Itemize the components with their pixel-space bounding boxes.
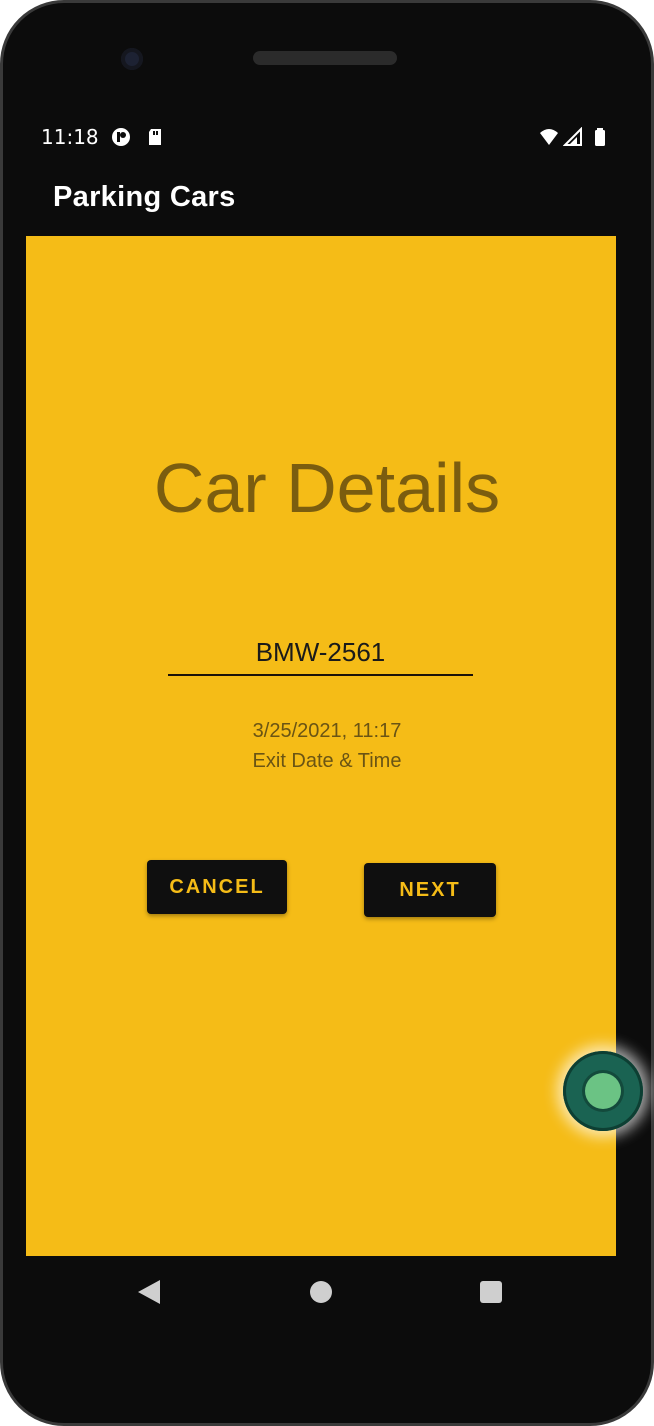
recents-icon[interactable] [480,1281,502,1303]
back-icon[interactable] [138,1280,160,1304]
status-time: 11:18 [41,125,99,149]
cancel-button[interactable]: CANCEL [147,860,287,914]
car-plate-input[interactable]: BMW-2561 [168,632,473,676]
front-camera [121,48,143,70]
sd-card-icon [149,129,161,145]
content-screen [26,236,616,1256]
next-button[interactable]: NEXT [364,863,496,917]
wifi-icon [540,129,558,145]
exit-datetime-label: Exit Date & Time [252,750,402,772]
earpiece-speaker [253,51,397,65]
floating-touch-icon [585,1073,621,1109]
exit-datetime-value: 3/25/2021, 11:17 [252,720,402,742]
app-bar-title: Parking Cars [53,181,236,213]
signal-icon [563,127,582,146]
floating-touch-button[interactable] [563,1051,643,1131]
home-icon[interactable] [310,1281,332,1303]
status-bar: 11:18 [41,123,613,153]
notification-icon [112,128,130,146]
page-title: Car Details [153,449,501,527]
battery-icon [595,128,605,146]
